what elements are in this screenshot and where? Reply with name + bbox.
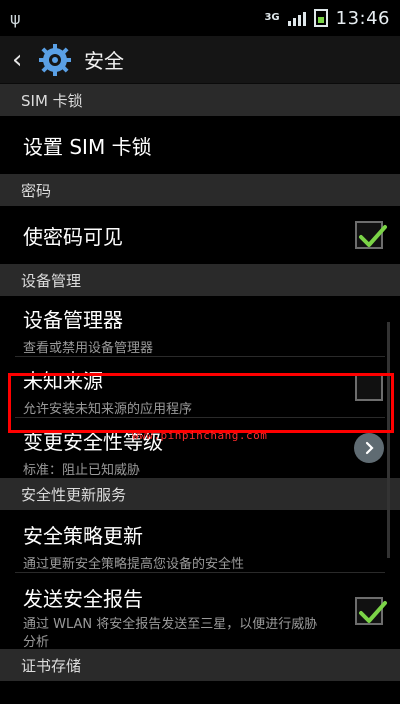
network-type: 3G: [264, 12, 280, 23]
list-item-title: 使密码可见: [23, 224, 123, 249]
list-item-summary: 通过 WLAN 将安全报告发送至三星，以便进行威胁分析: [23, 617, 318, 650]
section-header-device-management: 设备管理: [0, 264, 400, 296]
section-header-password: 密码: [0, 174, 400, 206]
gear-icon: [39, 43, 71, 76]
checkbox-show-password[interactable]: [355, 221, 387, 249]
list-item-summary: 查看或禁用设备管理器: [23, 341, 154, 356]
action-bar: ‹ 安全: [0, 36, 400, 84]
checkbox-send-security-reports[interactable]: [355, 597, 387, 625]
page-title: 安全: [84, 49, 124, 73]
list-item-title: 发送安全报告: [23, 587, 143, 611]
section-header-security-updates: 安全性更新服务: [0, 478, 400, 510]
clock: 13:46: [335, 7, 390, 29]
list-item-set-sim-lock[interactable]: 设置 SIM 卡锁: [0, 116, 400, 174]
signal-icon: [287, 10, 306, 26]
checkmark-icon: [359, 225, 387, 247]
list-item-security-policy-updates[interactable]: 安全策略更新 通过更新安全策略提高您设备的安全性: [0, 510, 400, 572]
list-item-title: 设备管理器: [23, 308, 123, 332]
list-item-summary: 通过更新安全策略提高您设备的安全性: [23, 557, 245, 572]
chevron-right-icon[interactable]: [354, 433, 384, 463]
settings-list: SIM 卡锁 设置 SIM 卡锁 密码 使密码可见 设备管理 设备管理器 查看或…: [0, 84, 400, 704]
checkmark-icon: [359, 601, 387, 623]
list-item-send-security-reports[interactable]: 发送安全报告 通过 WLAN 将安全报告发送至三星，以便进行威胁分析: [0, 573, 400, 650]
watermark-text: www.pinpinchang.com: [132, 429, 268, 442]
list-item-show-password[interactable]: 使密码可见: [0, 206, 400, 264]
list-item-title: 安全策略更新: [23, 524, 143, 548]
section-header-certificate-storage: 证书存储: [0, 649, 400, 681]
section-header-sim: SIM 卡锁: [0, 84, 400, 116]
back-icon[interactable]: ‹: [12, 47, 36, 73]
highlight-box: [8, 373, 394, 433]
status-bar: ψ 3G 13:46: [0, 0, 400, 36]
list-item-summary: 标准：阻止已知威胁: [23, 463, 141, 478]
scrollbar[interactable]: [387, 322, 390, 558]
battery-icon: [313, 9, 328, 27]
usb-icon: ψ: [10, 8, 21, 28]
list-item-title: 设置 SIM 卡锁: [23, 134, 152, 159]
list-item-device-administrators[interactable]: 设备管理器 查看或禁用设备管理器: [0, 296, 400, 356]
